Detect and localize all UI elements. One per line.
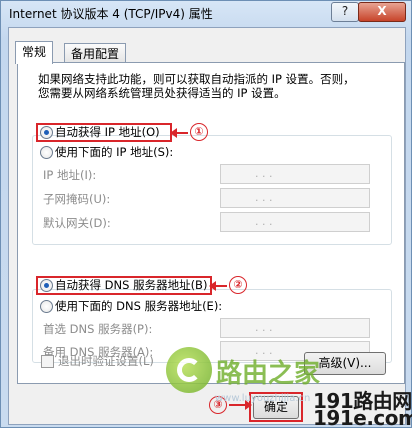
callout-arrow-1 (170, 128, 188, 138)
tab-alternate-config[interactable]: 备用配置 (64, 43, 127, 64)
gateway-dots: . . . (255, 215, 273, 228)
callout-arrow-2 (209, 281, 227, 291)
ip-address-field[interactable]: . . . (220, 164, 370, 184)
ip-address-label: IP 地址(I): (43, 168, 97, 182)
auto-ip-label: 自动获得 IP 地址(O) (55, 125, 160, 139)
watermark-url: www.luyouzhijia.cn (215, 393, 311, 404)
manual-ip-radio[interactable] (40, 146, 53, 159)
watermark-brand: 路由之家 (216, 359, 321, 389)
preferred-dns-field[interactable]: . . . (220, 318, 370, 338)
tab-panel-general: 如果网络支持此功能，则可以获取自动指派的 IP 设置。否则， 您需要从网络系统管… (17, 62, 405, 384)
callout-1: ① (190, 123, 208, 141)
dialog-window: Internet 协议版本 4 (TCP/IPv4) 属性 ? X 常规 备用配… (0, 0, 412, 430)
auto-dns-radio[interactable] (40, 279, 53, 292)
auto-ip-radio[interactable] (40, 126, 53, 139)
manual-dns-radio[interactable] (40, 300, 53, 313)
subnet-mask-label: 子网掩码(U): (43, 192, 111, 206)
help-button[interactable]: ? (331, 2, 359, 22)
close-button[interactable]: X (358, 2, 406, 22)
validate-checkbox[interactable] (41, 355, 54, 368)
preferred-dns-dots: . . . (255, 321, 273, 334)
preferred-dns-label: 首选 DNS 服务器(P): (43, 322, 153, 336)
gateway-field[interactable]: . . . (220, 212, 370, 232)
manual-dns-label: 使用下面的 DNS 服务器地址(E): (55, 299, 223, 313)
tab-general[interactable]: 常规 (15, 41, 54, 64)
description-line-2: 您需要从网络系统管理员处获得适当的 IP 设置。 (38, 86, 286, 100)
manual-ip-label: 使用下面的 IP 地址(S): (55, 145, 174, 159)
gateway-label: 默认网关(D): (43, 216, 111, 230)
window-title: Internet 协议版本 4 (TCP/IPv4) 属性 (9, 7, 213, 21)
watermark-corner-line2: 191e.com (313, 406, 412, 430)
subnet-mask-dots: . . . (255, 191, 273, 204)
ip-address-dots: . . . (255, 167, 273, 180)
callout-2: ② (229, 276, 247, 294)
validate-label: 退出时验证设置(L) (58, 354, 154, 368)
title-bar: Internet 协议版本 4 (TCP/IPv4) 属性 ? X (1, 1, 411, 25)
subnet-mask-field[interactable]: . . . (220, 188, 370, 208)
watermark-logo-icon (166, 347, 212, 393)
auto-dns-label: 自动获得 DNS 服务器地址(B) (55, 278, 208, 292)
callout-arrow-3 (229, 400, 252, 410)
